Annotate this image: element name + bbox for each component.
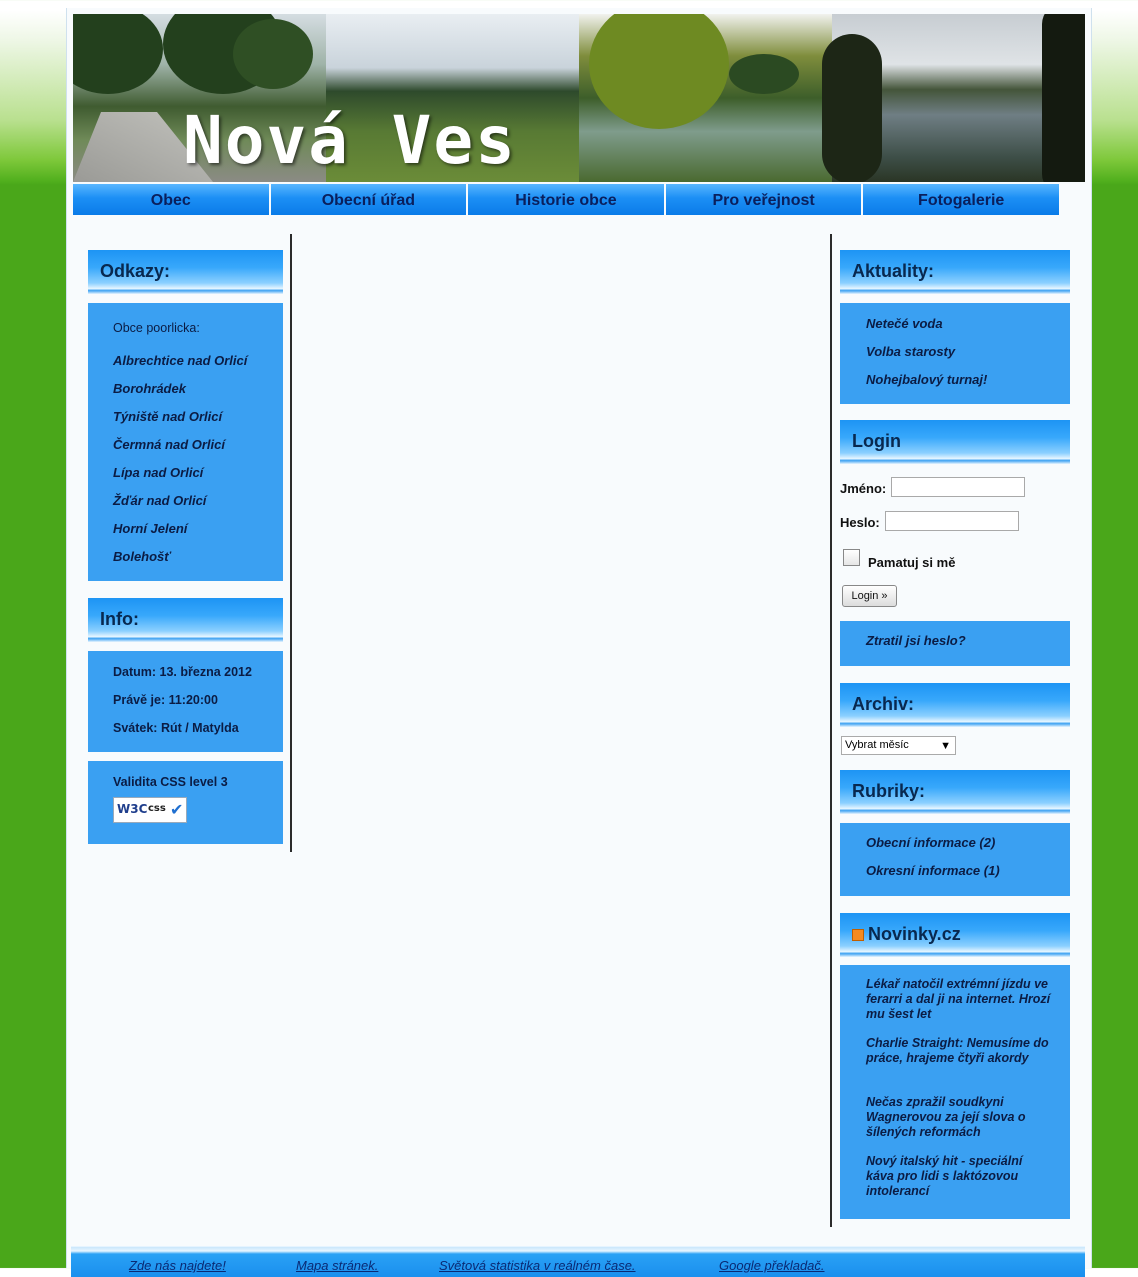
link-albrechtice[interactable]: Albrechtice nad Orlicí — [113, 353, 247, 368]
odkazy-box: Obce poorlicka: Albrechtice nad Orlicí B… — [88, 303, 283, 581]
link-borohradek[interactable]: Borohrádek — [113, 381, 186, 396]
archive-select-value: Vybrat měsíc — [845, 739, 909, 751]
site-title: Nová Ves — [183, 102, 517, 179]
forgot-password-link[interactable]: Ztratil jsi heslo? — [866, 633, 966, 648]
page: Nová Ves Obec Obecní úřad Historie obce … — [66, 8, 1092, 1277]
footer-link-sitemap[interactable]: Mapa stránek. — [296, 1258, 378, 1273]
remember-label: Pamatuj si mě — [868, 555, 956, 570]
novinky-item[interactable]: Lékař natočil extrémní jízdu ve ferarri … — [866, 977, 1052, 1022]
password-label: Heslo: — [840, 515, 880, 530]
nav-item-fotogalerie[interactable]: Fotogalerie — [863, 184, 1059, 215]
link-zdar[interactable]: Žďár nad Orlicí — [113, 493, 206, 508]
rubriky-item-okresni[interactable]: Okresní informace (1) — [866, 863, 1000, 878]
banner-photo-lake — [822, 14, 1085, 182]
odkazy-heading: Odkazy: — [88, 250, 283, 294]
rubriky-box: Obecní informace (2) Okresní informace (… — [840, 823, 1070, 896]
footer-link-world-stats[interactable]: Světová statistika v reálném čase. — [439, 1258, 636, 1273]
info-box: Datum: 13. března 2012 Právě je: 11:20:0… — [88, 651, 283, 752]
username-field[interactable] — [891, 477, 1025, 497]
archive-month-select[interactable]: Vybrat měsíc ▼ — [841, 736, 956, 755]
aktuality-item-turnaj[interactable]: Nohejbalový turnaj! — [866, 372, 987, 387]
username-label: Jméno: — [840, 481, 887, 496]
chevron-down-icon: ▼ — [940, 740, 951, 752]
info-svatek: Svátek: Rút / Matylda — [113, 721, 239, 735]
novinky-box: Lékař natočil extrémní jízdu ve ferarri … — [840, 965, 1070, 1219]
info-heading: Info: — [88, 598, 283, 642]
novinky-item[interactable]: Nečas zpražil soudkyni Wagnerovou za jej… — [866, 1095, 1052, 1140]
archiv-heading: Archiv: — [840, 683, 1070, 727]
forgot-password-box: Ztratil jsi heslo? — [840, 621, 1070, 666]
left-column-divider — [290, 234, 292, 852]
aktuality-box: Netečé voda Volba starosty Nohejbalový t… — [840, 303, 1070, 404]
footer-link-google-translate[interactable]: Google překladač. — [719, 1258, 825, 1273]
novinky-title: Novinky.cz — [868, 924, 961, 944]
nav-item-pro-verejnost[interactable]: Pro veřejnost — [665, 184, 862, 215]
footer-link-map-location[interactable]: Zde nás najdete! — [129, 1258, 226, 1273]
link-bolehost[interactable]: Bolehošť — [113, 549, 171, 564]
w3c-logo: W3C — [117, 802, 148, 816]
rubriky-item-obecni[interactable]: Obecní informace (2) — [866, 835, 995, 850]
novinky-item[interactable]: Nový italský hit - speciální káva pro li… — [866, 1154, 1052, 1199]
info-time: Právě je: 11:20:00 — [113, 693, 218, 707]
link-horni-jeleni[interactable]: Horní Jelení — [113, 521, 187, 536]
rss-icon — [852, 929, 864, 942]
validity-label: Validita CSS level 3 — [113, 775, 228, 789]
odkazy-group-label: Obce poorlicka: — [113, 321, 200, 335]
novinky-heading: Novinky.cz — [840, 913, 1070, 957]
link-cermna[interactable]: Čermná nad Orlicí — [113, 437, 225, 452]
aktuality-item-volba[interactable]: Volba starosty — [866, 344, 955, 359]
rubriky-heading: Rubriky: — [840, 770, 1070, 814]
css-label: css — [148, 803, 166, 814]
password-field[interactable] — [885, 511, 1019, 531]
aktuality-heading: Aktuality: — [840, 250, 1070, 294]
main-nav: Obec Obecní úřad Historie obce Pro veřej… — [73, 184, 1061, 215]
header-banner: Nová Ves — [73, 14, 1085, 182]
info-date: Datum: 13. března 2012 — [113, 665, 252, 679]
link-lipa[interactable]: Lípa nad Orlicí — [113, 465, 203, 480]
right-column-divider — [830, 234, 832, 1227]
nav-item-obec[interactable]: Obec — [73, 184, 269, 215]
remember-checkbox[interactable] — [843, 549, 860, 566]
w3c-css-badge[interactable]: W3C css ✔ — [113, 797, 187, 823]
link-tyniste[interactable]: Týniště nad Orlicí — [113, 409, 222, 424]
footer-bar: Zde nás najdete! Mapa stránek. Světová s… — [71, 1246, 1085, 1277]
novinky-item[interactable]: Charlie Straight: Nemusíme do práce, hra… — [866, 1036, 1052, 1066]
checkmark-icon: ✔ — [170, 800, 184, 819]
banner-photo-lake-tree — [579, 14, 832, 182]
validity-box: Validita CSS level 3 W3C css ✔ — [88, 761, 283, 844]
aktuality-item-voda[interactable]: Netečé voda — [866, 316, 943, 331]
login-button[interactable]: Login » — [842, 585, 897, 607]
nav-item-historie-obce[interactable]: Historie obce — [468, 184, 664, 215]
login-heading: Login — [840, 420, 1070, 464]
nav-item-obecni-urad[interactable]: Obecní úřad — [270, 184, 467, 215]
